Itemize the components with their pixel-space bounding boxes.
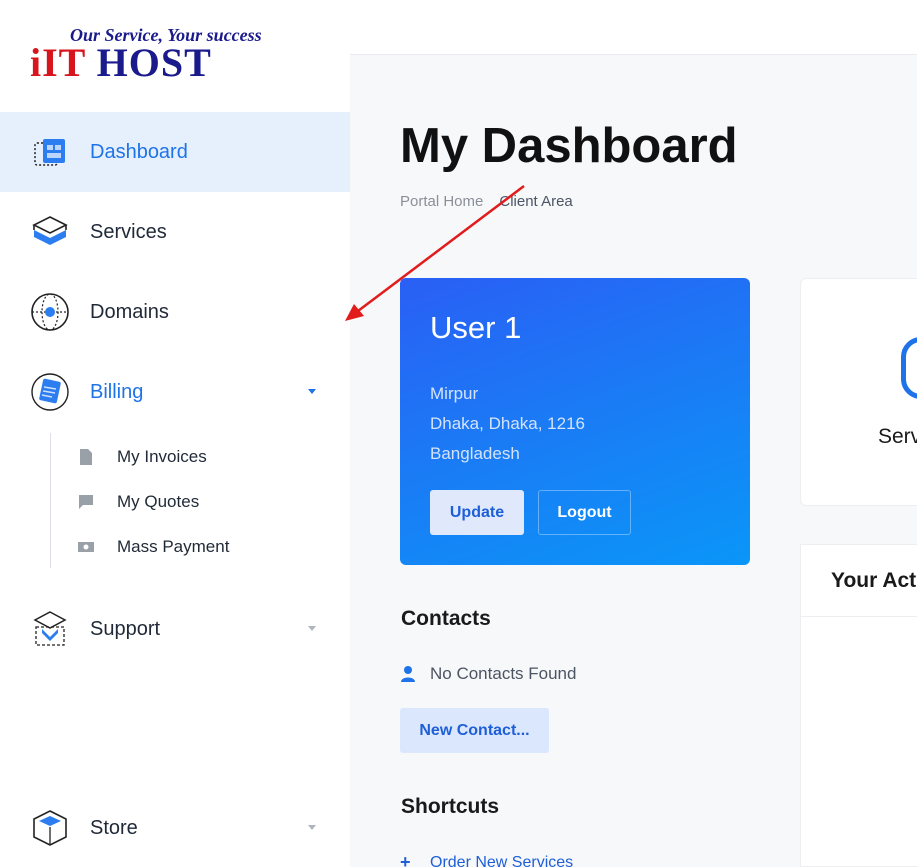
chevron-down-icon[interactable] xyxy=(308,389,316,394)
sidebar-item-label: Support xyxy=(90,617,161,640)
sidebar-item-label: Domains xyxy=(90,300,169,323)
activity-card-title: Your Act xyxy=(831,569,917,592)
submenu-item-my-invoices[interactable]: My Invoices xyxy=(77,442,207,472)
sidebar-item-services[interactable]: Services xyxy=(0,192,350,272)
top-bar xyxy=(350,0,917,55)
services-icon xyxy=(30,212,70,252)
sidebar-item-label: Dashboard xyxy=(90,140,188,163)
shortcuts-title: Shortcuts xyxy=(401,795,500,818)
billing-submenu: My Invoices My Quotes Mass Payment xyxy=(50,433,330,568)
stat-label: Serv xyxy=(878,425,917,448)
breadcrumb-home-link[interactable]: Portal Home xyxy=(400,193,483,210)
stat-number-graphic xyxy=(901,337,917,399)
billing-icon xyxy=(30,372,70,412)
activity-card: Your Act xyxy=(800,544,917,867)
sidebar: Our Service, Your success iIT HOST Dashb… xyxy=(0,0,350,867)
sidebar-item-domains[interactable]: Domains xyxy=(0,272,350,352)
sidebar-item-store[interactable]: Store xyxy=(0,788,350,867)
logo-brand: iIT HOST xyxy=(30,39,212,86)
submenu-item-label: Mass Payment xyxy=(117,537,230,556)
page-title: My Dashboard xyxy=(400,119,738,173)
store-icon xyxy=(30,808,70,848)
address-line2: Dhaka, Dhaka, 1216 xyxy=(430,414,585,433)
sidebar-item-label: Billing xyxy=(90,380,144,403)
no-contacts: No Contacts Found xyxy=(400,664,576,684)
logo-brand-red: iIT xyxy=(30,40,86,85)
sidebar-item-label: Store xyxy=(90,816,138,839)
logo-brand-blue: HOST xyxy=(85,40,212,85)
breadcrumb: Portal Home Client Area xyxy=(400,193,573,210)
chevron-down-icon[interactable] xyxy=(308,626,316,631)
sidebar-item-label: Services xyxy=(90,220,167,243)
logout-button[interactable]: Logout xyxy=(538,490,631,535)
order-new-services-link[interactable]: + Order New Services xyxy=(400,852,573,867)
update-button[interactable]: Update xyxy=(430,490,524,535)
submenu-item-label: My Quotes xyxy=(117,492,200,511)
submenu-item-label: My Invoices xyxy=(117,447,207,466)
no-contacts-text: No Contacts Found xyxy=(430,664,577,683)
submenu-item-mass-payment[interactable]: Mass Payment xyxy=(77,532,229,562)
services-stat-card[interactable]: Serv xyxy=(800,278,917,506)
sidebar-item-support[interactable]: Support xyxy=(0,589,350,669)
support-icon xyxy=(30,609,70,649)
chevron-down-icon[interactable] xyxy=(308,825,316,830)
breadcrumb-current: Client Area xyxy=(499,193,573,210)
address-line3: Bangladesh xyxy=(430,444,520,463)
address-line1: Mirpur xyxy=(430,384,479,403)
comment-icon xyxy=(77,493,95,511)
activity-card-header: Your Act xyxy=(801,545,917,617)
submenu-item-my-quotes[interactable]: My Quotes xyxy=(77,487,199,517)
contacts-title: Contacts xyxy=(401,607,491,630)
logo[interactable]: Our Service, Your success iIT HOST xyxy=(30,25,280,87)
order-new-services-label: Order New Services xyxy=(430,853,574,867)
plus-icon: + xyxy=(400,852,411,867)
money-icon xyxy=(77,538,95,556)
user-icon xyxy=(400,665,416,683)
sidebar-item-billing[interactable]: Billing xyxy=(0,352,350,432)
user-name: User 1 xyxy=(430,310,522,345)
new-contact-button[interactable]: New Contact... xyxy=(400,708,549,753)
dashboard-icon xyxy=(30,132,70,172)
user-card: User 1 Mirpur Dhaka, Dhaka, 1216 Banglad… xyxy=(400,278,750,565)
sidebar-item-dashboard[interactable]: Dashboard xyxy=(0,112,350,192)
document-icon xyxy=(77,448,95,466)
globe-icon xyxy=(30,292,70,332)
